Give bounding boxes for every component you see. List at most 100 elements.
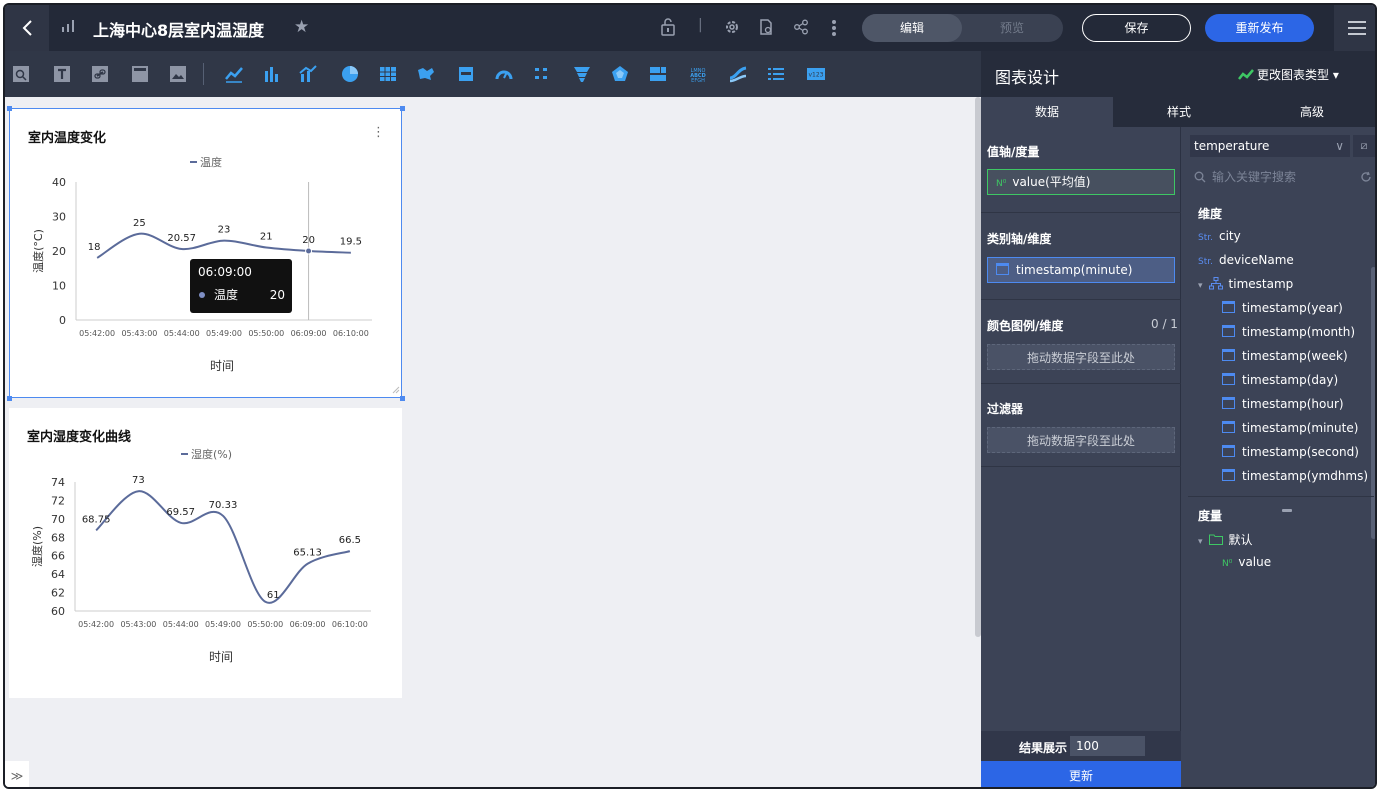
dataset-select[interactable]: temperature ∨ [1190,135,1350,157]
measure-field[interactable]: N⁰ value [1222,555,1271,569]
data-label: 20 [302,235,315,246]
tab-widget-icon[interactable] [130,64,150,84]
svg-text:v123: v123 [808,72,823,79]
line-chart-icon[interactable] [224,64,244,84]
y-tick-label: 66 [51,550,65,563]
indicator-value-icon[interactable]: v123 [806,64,826,84]
search-placeholder: 输入关键字搜索 [1212,170,1297,184]
dimension-field[interactable]: timestamp(day) [1222,373,1338,387]
value-axis-label: 值轴/度量 [987,145,1040,159]
funnel-chart-icon[interactable] [572,64,592,84]
gear-icon[interactable] [724,19,740,35]
tooltip-dot [199,292,205,298]
category-field-pill[interactable]: timestamp(minute) [987,257,1175,283]
tab-advanced[interactable]: 高级 [1245,97,1375,127]
cross-table-icon[interactable] [648,64,668,84]
field-label: timestamp(year) [1242,301,1343,315]
caret-down-icon: ▾ [1198,281,1203,291]
data-label: 73 [132,475,145,486]
image-widget-icon[interactable] [168,64,188,84]
resize-handle[interactable] [400,396,405,401]
dimension-field[interactable]: timestamp(ymdhms) [1222,469,1368,483]
tab-data[interactable]: 数据 [981,97,1113,127]
color-legend-dropzone[interactable]: 拖动数据字段至此处 [987,344,1175,370]
word-cloud-icon[interactable]: LMNOABCDEFGH [688,64,708,84]
save-button[interactable]: 保存 [1082,14,1191,42]
data-label: 25 [133,218,146,229]
edit-dataset-icon[interactable]: ⧄ [1353,135,1375,157]
hamburger-menu-icon[interactable] [1334,5,1375,51]
fields-scrollbar[interactable] [1371,267,1375,539]
text-widget-icon[interactable] [52,64,72,84]
value-field-pill[interactable]: N⁰ value(平均值) [987,169,1175,195]
share-icon[interactable] [793,19,809,35]
lock-icon[interactable] [661,18,675,36]
favorite-star-icon[interactable]: ★ [294,17,309,37]
measures-more-icon[interactable] [1282,509,1292,512]
category-axis-label: 类别轴/维度 [987,232,1052,246]
resize-handle[interactable] [7,396,12,401]
y-tick-label: 40 [52,176,66,189]
resize-handle[interactable] [7,106,12,111]
query-widget-icon[interactable] [11,64,31,84]
panel-tabs: 数据 样式 高级 [981,97,1375,127]
y-axis-title: 湿度(%) [30,526,44,567]
mode-switch: 编辑 预览 [862,14,1063,42]
resize-handle[interactable] [400,106,405,111]
refresh-icon[interactable] [1360,171,1372,183]
radar-chart-icon[interactable] [610,64,630,84]
x-tick-label: 06:09:00 [290,620,326,629]
humidity-line-chart: 湿度(%) 60 62 64 66 68 70 72 74 05:42:00 05:43:00 05:… [30,447,371,664]
tab-style[interactable]: 样式 [1113,97,1245,127]
dimension-field[interactable]: timestamp(second) [1222,445,1359,459]
collapse-up-icon[interactable]: ≫ [5,761,29,787]
x-tick-label: 05:49:00 [205,620,241,629]
dimension-field[interactable]: timestamp(minute) [1222,421,1358,435]
pie-chart-icon[interactable] [340,64,360,84]
x-tick-label: 05:44:00 [163,620,199,629]
dimension-field[interactable]: Str. city [1198,229,1241,243]
y-tick-label: 64 [51,568,65,581]
link-widget-icon[interactable] [90,64,110,84]
more-vertical-icon[interactable] [831,19,837,37]
data-label: 70.33 [209,500,238,511]
table-chart-icon[interactable] [378,64,398,84]
dimension-field[interactable]: timestamp(week) [1222,349,1348,363]
map-chart-icon[interactable] [416,64,436,84]
result-limit-input[interactable]: 100 [1070,736,1145,756]
edit-mode-button[interactable]: 编辑 [862,14,962,42]
y-tick-label: 30 [52,211,66,224]
humidity-chart-card[interactable]: 室内湿度变化曲线 湿度(%) 60 62 64 66 68 70 72 74 05:42:00 05… [9,408,402,698]
sankey-chart-icon[interactable] [728,64,748,84]
resize-corner-icon[interactable] [392,386,400,394]
string-type-icon: Str. [1198,257,1213,267]
divider: | [698,17,703,33]
scatter-chart-icon[interactable] [532,64,552,84]
update-button[interactable]: 更新 [981,761,1181,787]
republish-button[interactable]: 重新发布 [1205,14,1314,42]
change-chart-type-button[interactable]: 更改图表类型 ▾ [1257,66,1339,83]
kpi-card-icon[interactable] [456,64,476,84]
field-search-input[interactable]: 输入关键字搜索 [1190,165,1372,189]
dimension-group-timestamp[interactable]: ▾ timestamp [1198,277,1293,291]
gauge-chart-icon[interactable] [494,64,514,84]
dimension-field[interactable]: timestamp(year) [1222,301,1343,315]
back-button[interactable] [5,5,49,51]
combo-chart-icon[interactable] [298,64,318,84]
calendar-icon [1222,445,1235,457]
x-tick-label: 06:10:00 [333,329,369,338]
file-settings-icon[interactable] [758,19,774,35]
x-tick-label: 05:49:00 [206,329,242,338]
list-chart-icon[interactable] [766,64,786,84]
preview-mode-button[interactable]: 预览 [962,14,1062,42]
y-axis-title: 温度(°C) [31,229,45,273]
measure-folder[interactable]: ▾ 默认 [1198,531,1253,548]
dimension-field[interactable]: timestamp(hour) [1222,397,1344,411]
bar-chart-icon[interactable] [262,64,282,84]
dimension-field[interactable]: timestamp(month) [1222,325,1355,339]
dimension-field[interactable]: Str. deviceName [1198,253,1294,267]
temperature-chart-card[interactable]: 室内温度变化 ⋮ 温度 0 10 20 30 40 05:42:00 05:43:00 05:4… [7,106,405,401]
filter-dropzone[interactable]: 拖动数据字段至此处 [987,427,1175,453]
y-tick-label: 74 [51,476,65,489]
tooltip-time: 06:09:00 [198,265,252,279]
